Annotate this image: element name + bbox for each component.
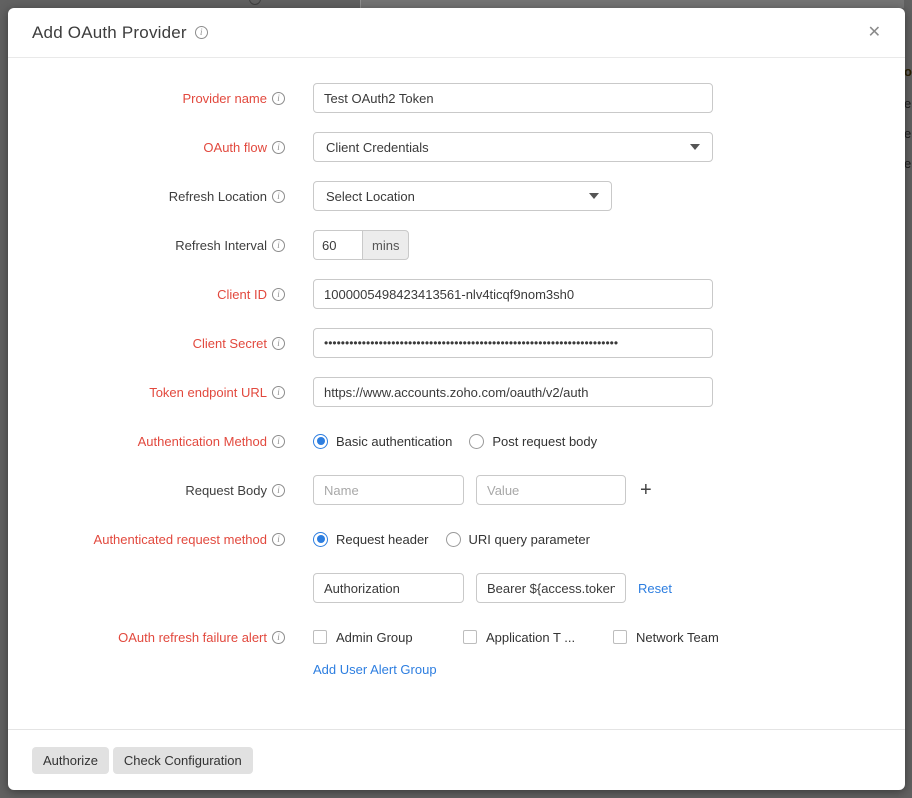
header-value-input[interactable]: [476, 573, 626, 603]
background-text-fragment: ol: [904, 64, 912, 79]
info-icon[interactable]: [272, 484, 285, 497]
refresh-interval-row: Refresh Interval mins: [8, 230, 905, 260]
refresh-interval-input[interactable]: [313, 230, 362, 260]
info-icon[interactable]: [272, 631, 285, 644]
token-endpoint-label: Token endpoint URL: [149, 385, 267, 400]
add-user-alert-group-link[interactable]: Add User Alert Group: [313, 662, 437, 677]
background-divider-fragment: [360, 0, 361, 8]
radio-label: Request header: [336, 532, 429, 547]
background-overlay-right: ol e e e: [904, 0, 912, 798]
radio-post-request-body[interactable]: Post request body: [469, 434, 597, 449]
authenticated-request-method-label: Authenticated request method: [94, 532, 267, 547]
refresh-interval-unit: mins: [362, 230, 409, 260]
client-secret-input[interactable]: [313, 328, 713, 358]
background-overlay-top: [0, 0, 912, 8]
checkbox-icon: [313, 630, 327, 644]
reset-link[interactable]: Reset: [638, 581, 672, 596]
authorize-button[interactable]: Authorize: [32, 747, 109, 774]
info-icon[interactable]: [272, 337, 285, 350]
oauth-flow-selected-value: Client Credentials: [326, 140, 429, 155]
client-id-label: Client ID: [217, 287, 267, 302]
info-icon[interactable]: [272, 239, 285, 252]
background-icon-fragment: [249, 0, 261, 5]
dialog-footer: Authorize Check Configuration: [8, 729, 905, 790]
add-request-body-button[interactable]: +: [640, 480, 652, 500]
refresh-location-row: Refresh Location Select Location: [8, 181, 905, 211]
header-name-input[interactable]: [313, 573, 464, 603]
info-icon[interactable]: [272, 288, 285, 301]
radio-selected-icon: [313, 532, 328, 547]
checkbox-label: Network Team: [636, 630, 719, 645]
provider-name-row: Provider name: [8, 83, 905, 113]
checkbox-label: Application T ...: [486, 630, 575, 645]
info-icon[interactable]: [272, 92, 285, 105]
background-text-fragment: e: [904, 156, 911, 171]
radio-request-header[interactable]: Request header: [313, 532, 429, 547]
provider-name-input[interactable]: [313, 83, 713, 113]
checkbox-network-team[interactable]: Network Team: [613, 630, 763, 645]
client-id-input[interactable]: [313, 279, 713, 309]
radio-uri-query-parameter[interactable]: URI query parameter: [446, 532, 590, 547]
refresh-location-selected-value: Select Location: [326, 189, 415, 204]
radio-selected-icon: [313, 434, 328, 449]
dialog-header: Add OAuth Provider ✕: [8, 8, 905, 58]
authentication-method-row: Authentication Method Basic authenticati…: [8, 426, 905, 456]
check-configuration-button[interactable]: Check Configuration: [113, 747, 253, 774]
radio-label: URI query parameter: [469, 532, 590, 547]
authorization-header-row: Reset: [8, 573, 905, 603]
dialog-title: Add OAuth Provider: [32, 23, 187, 43]
radio-basic-authentication[interactable]: Basic authentication: [313, 434, 452, 449]
refresh-location-label: Refresh Location: [169, 189, 267, 204]
checkbox-application-team[interactable]: Application T ...: [463, 630, 613, 645]
oauth-flow-row: OAuth flow Client Credentials: [8, 132, 905, 162]
info-icon[interactable]: [272, 190, 285, 203]
client-secret-row: Client Secret: [8, 328, 905, 358]
radio-label: Post request body: [492, 434, 597, 449]
dialog-body: Provider name OAuth flow Client Credenti…: [8, 59, 905, 729]
provider-name-label: Provider name: [182, 91, 267, 106]
checkbox-icon: [613, 630, 627, 644]
close-icon[interactable]: ✕: [868, 25, 881, 41]
checkbox-admin-group[interactable]: Admin Group: [313, 630, 463, 645]
chevron-down-icon: [589, 193, 599, 199]
client-id-row: Client ID: [8, 279, 905, 309]
request-body-name-input[interactable]: [313, 475, 464, 505]
oauth-refresh-failure-alert-label: OAuth refresh failure alert: [118, 630, 267, 645]
radio-label: Basic authentication: [336, 434, 452, 449]
oauth-flow-label: OAuth flow: [203, 140, 267, 155]
add-oauth-provider-dialog: Add OAuth Provider ✕ Provider name OAuth…: [8, 8, 905, 790]
checkbox-icon: [463, 630, 477, 644]
background-fragment: [361, 0, 904, 8]
info-icon[interactable]: [272, 141, 285, 154]
request-body-label: Request Body: [185, 483, 267, 498]
client-secret-label: Client Secret: [193, 336, 267, 351]
info-icon[interactable]: [272, 435, 285, 448]
token-endpoint-row: Token endpoint URL: [8, 377, 905, 407]
title-info-icon[interactable]: [195, 26, 208, 39]
background-text-fragment: e: [904, 126, 911, 141]
checkbox-label: Admin Group: [336, 630, 413, 645]
radio-unselected-icon: [446, 532, 461, 547]
oauth-flow-select[interactable]: Client Credentials: [313, 132, 713, 162]
refresh-interval-label: Refresh Interval: [175, 238, 267, 253]
token-endpoint-input[interactable]: [313, 377, 713, 407]
info-icon[interactable]: [272, 386, 285, 399]
authentication-method-label: Authentication Method: [138, 434, 267, 449]
info-icon[interactable]: [272, 533, 285, 546]
background-text-fragment: e: [904, 96, 911, 111]
authenticated-request-method-row: Authenticated request method Request hea…: [8, 524, 905, 554]
radio-unselected-icon: [469, 434, 484, 449]
oauth-refresh-failure-alert-row: OAuth refresh failure alert Admin Group …: [8, 622, 905, 677]
request-body-value-input[interactable]: [476, 475, 626, 505]
request-body-row: Request Body +: [8, 475, 905, 505]
chevron-down-icon: [690, 144, 700, 150]
refresh-location-select[interactable]: Select Location: [313, 181, 612, 211]
